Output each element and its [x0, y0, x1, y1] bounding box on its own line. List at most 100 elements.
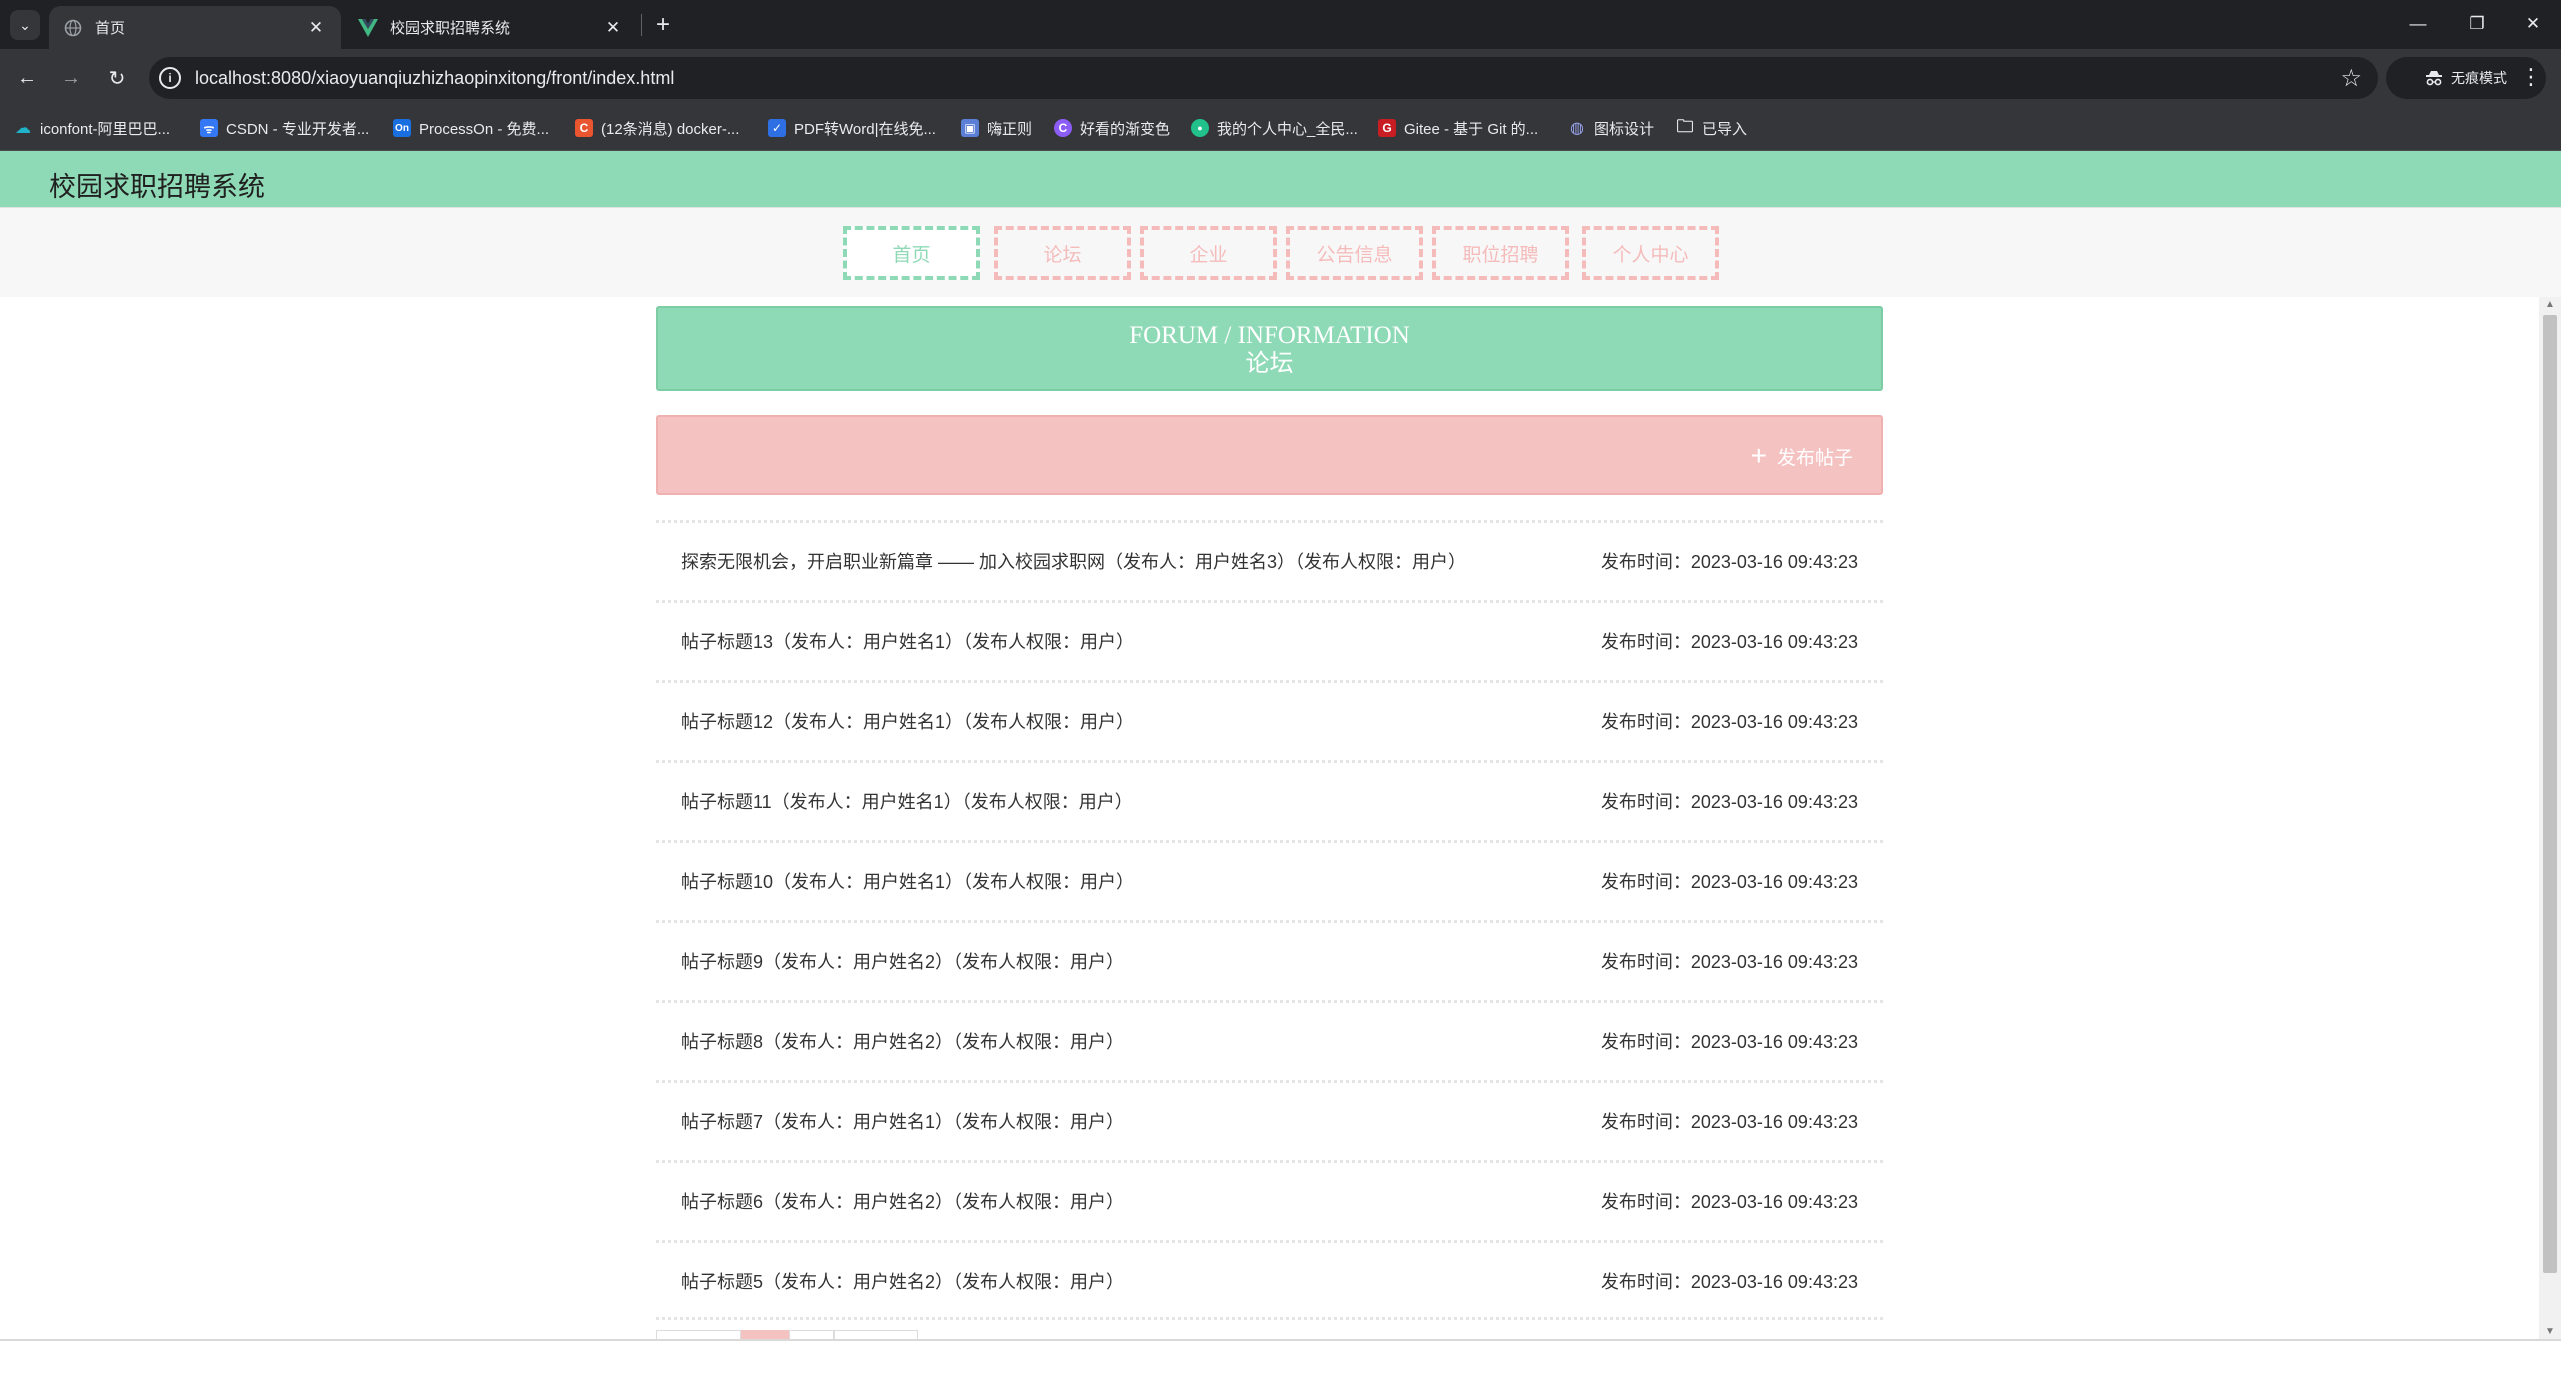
nav-item-company[interactable]: 企业: [1140, 226, 1277, 280]
post-title[interactable]: 帖子标题6（发布人：用户姓名2）（发布人权限：用户）: [681, 1188, 1124, 1214]
viewport-bottom-edge: [0, 1339, 2561, 1381]
bookmarks-bar: ☁ iconfont-阿里巴巴... ᯤ CSDN - 专业开发者... On …: [0, 107, 2561, 151]
post-title[interactable]: 帖子标题9（发布人：用户姓名2）（发布人权限：用户）: [681, 948, 1124, 974]
restore-button[interactable]: ❐: [2449, 6, 2505, 42]
bookmark-star-icon[interactable]: ☆: [2340, 64, 2362, 93]
more-menu-icon[interactable]: ⋮: [2519, 62, 2543, 92]
bookmark-label: 已导入: [1702, 120, 1748, 138]
scrollbar-thumb[interactable]: [2543, 315, 2557, 1273]
post-title[interactable]: 帖子标题13（发布人：用户姓名1）（发布人权限：用户）: [681, 628, 1134, 654]
site-info-icon[interactable]: i: [159, 67, 181, 89]
post-title[interactable]: 帖子标题10（发布人：用户姓名1）（发布人权限：用户）: [681, 868, 1134, 894]
scroll-down-arrow-icon[interactable]: ▼: [2545, 1326, 2555, 1337]
back-arrow-icon[interactable]: ←: [11, 62, 43, 94]
bookmark-docker[interactable]: C (12条消息) docker-...: [575, 115, 739, 141]
tab-search-icon[interactable]: ⌄: [10, 10, 40, 40]
bookmark-label: Gitee - 基于 Git 的...: [1404, 120, 1539, 138]
post-title[interactable]: 帖子标题12（发布人：用户姓名1）（发布人权限：用户）: [681, 708, 1134, 734]
reload-icon[interactable]: ↻: [101, 62, 133, 94]
gradient-icon: C: [1054, 119, 1072, 137]
post-row[interactable]: 帖子标题10（发布人：用户姓名1）（发布人权限：用户） 发布时间：2023-03…: [656, 840, 1883, 920]
post-row[interactable]: 帖子标题12（发布人：用户姓名1）（发布人权限：用户） 发布时间：2023-03…: [656, 680, 1883, 760]
post-date: 发布时间：2023-03-16 09:43:23: [1600, 1112, 1858, 1132]
post-row[interactable]: 帖子标题13（发布人：用户姓名1）（发布人权限：用户） 发布时间：2023-03…: [656, 600, 1883, 680]
site-title: 校园求职招聘系统: [49, 172, 265, 202]
post-title[interactable]: 帖子标题8（发布人：用户姓名2）（发布人权限：用户）: [681, 1028, 1124, 1054]
post-title[interactable]: 帖子标题11（发布人：用户姓名1）（发布人权限：用户）: [681, 788, 1133, 814]
url-text[interactable]: localhost:8080/xiaoyuanqiuzhizhaopinxito…: [195, 68, 674, 89]
bookmark-design[interactable]: ◍ 图标设计: [1568, 115, 1654, 141]
post-title[interactable]: 探索无限机会，开启职业新篇章 —— 加入校园求职网（发布人：用户姓名3）（发布人…: [681, 548, 1466, 574]
publish-post-label: 发布帖子: [1776, 447, 1853, 469]
profile-icon: ●: [1191, 119, 1209, 137]
page-scrollbar[interactable]: ▲ ▼: [2539, 297, 2561, 1339]
bookmark-label: 嗨正则: [987, 120, 1033, 138]
post-row[interactable]: 帖子标题9（发布人：用户姓名2）（发布人权限：用户） 发布时间：2023-03-…: [656, 920, 1883, 1000]
browser-toolbar: ← → ↻ i localhost:8080/xiaoyuanqiuzhizha…: [0, 49, 2561, 107]
bookmark-regex[interactable]: ▣ 嗨正则: [961, 115, 1032, 141]
post-date: 发布时间：2023-03-16 09:43:23: [1600, 1032, 1858, 1052]
bookmark-profile[interactable]: ● 我的个人中心_全民...: [1191, 115, 1358, 141]
post-action-bar: + 发布帖子: [656, 415, 1883, 495]
pdf-icon: ✓: [768, 119, 786, 137]
tab-title: 首页: [95, 20, 126, 37]
bookmark-iconfont[interactable]: ☁ iconfont-阿里巴巴...: [14, 115, 170, 141]
nav-item-forum[interactable]: 论坛: [994, 226, 1131, 280]
post-row[interactable]: 帖子标题5（发布人：用户姓名2）（发布人权限：用户） 发布时间：2023-03-…: [656, 1240, 1883, 1320]
nav-item-home[interactable]: 首页: [843, 226, 980, 280]
bookmark-folder-imported[interactable]: 🗀 已导入: [1676, 115, 1748, 141]
post-date: 发布时间：2023-03-16 09:43:23: [1600, 632, 1858, 652]
bookmark-label: iconfont-阿里巴巴...: [40, 120, 171, 138]
bookmark-gitee[interactable]: G Gitee - 基于 Git 的...: [1378, 115, 1538, 141]
close-icon[interactable]: ✕: [602, 17, 624, 39]
nav-item-announcements[interactable]: 公告信息: [1286, 226, 1423, 280]
post-title[interactable]: 帖子标题7（发布人：用户姓名1）（发布人权限：用户）: [681, 1108, 1124, 1134]
post-list: 探索无限机会，开启职业新篇章 —— 加入校园求职网（发布人：用户姓名3）（发布人…: [656, 520, 1883, 1320]
bookmark-label: CSDN - 专业开发者...: [226, 120, 370, 138]
post-row[interactable]: 探索无限机会，开启职业新篇章 —— 加入校园求职网（发布人：用户姓名3）（发布人…: [656, 520, 1883, 600]
post-row[interactable]: 帖子标题7（发布人：用户姓名1）（发布人权限：用户） 发布时间：2023-03-…: [656, 1080, 1883, 1160]
bookmark-label: (12条消息) docker-...: [601, 120, 740, 138]
plus-icon: +: [1750, 440, 1767, 471]
post-date: 发布时间：2023-03-16 09:43:23: [1600, 712, 1858, 732]
banner-title-cn: 论坛: [1245, 351, 1294, 377]
forum-banner: FORUM / INFORMATION 论坛: [656, 306, 1883, 391]
bookmark-label: 我的个人中心_全民...: [1217, 120, 1358, 138]
bookmark-pdf[interactable]: ✓ PDF转Word|在线免...: [768, 115, 936, 141]
banner-title-en: FORUM / INFORMATION: [1129, 322, 1410, 349]
publish-post-button[interactable]: + 发布帖子: [1750, 440, 1853, 471]
browser-tab-strip: ⌄ 首页 ✕ 校园求职招聘系统 ✕ + — ❐ ✕: [0, 0, 2561, 49]
bookmark-csdn[interactable]: ᯤ CSDN - 专业开发者...: [200, 115, 369, 141]
bookmark-label: ProcessOn - 免费...: [419, 120, 550, 138]
bookmark-gradient[interactable]: C 好看的渐变色: [1054, 115, 1170, 141]
close-icon[interactable]: ✕: [305, 17, 327, 39]
bookmark-label: PDF转Word|在线免...: [794, 120, 936, 138]
minimize-button[interactable]: —: [2390, 6, 2446, 42]
post-date: 发布时间：2023-03-16 09:43:23: [1600, 1192, 1858, 1212]
forward-arrow-icon[interactable]: →: [55, 62, 87, 94]
nav-item-personal-center[interactable]: 个人中心: [1582, 226, 1719, 280]
processon-icon: On: [393, 119, 411, 137]
browser-tab-recruit[interactable]: 校园求职招聘系统 ✕: [344, 6, 638, 49]
csdn-icon: ᯤ: [200, 119, 218, 137]
post-row[interactable]: 帖子标题11（发布人：用户姓名1）（发布人权限：用户） 发布时间：2023-03…: [656, 760, 1883, 840]
tab-separator: [641, 14, 642, 36]
post-title[interactable]: 帖子标题5（发布人：用户姓名2）（发布人权限：用户）: [681, 1268, 1124, 1294]
browser-tab-home[interactable]: 首页 ✕: [49, 6, 341, 49]
new-tab-button[interactable]: +: [648, 10, 678, 40]
bookmark-label: 图标设计: [1594, 120, 1655, 138]
post-row[interactable]: 帖子标题6（发布人：用户姓名2）（发布人权限：用户） 发布时间：2023-03-…: [656, 1160, 1883, 1240]
bookmark-processon[interactable]: On ProcessOn - 免费...: [393, 115, 549, 141]
post-row[interactable]: 帖子标题8（发布人：用户姓名2）（发布人权限：用户） 发布时间：2023-03-…: [656, 1000, 1883, 1080]
regex-icon: ▣: [961, 119, 979, 137]
design-icon: ◍: [1570, 120, 1584, 137]
nav-item-jobs[interactable]: 职位招聘: [1432, 226, 1569, 280]
gitee-icon: G: [1378, 119, 1396, 137]
window-close-button[interactable]: ✕: [2505, 6, 2561, 42]
incognito-icon: [2426, 71, 2442, 86]
address-bar[interactable]: i localhost:8080/xiaoyuanqiuzhizhaopinxi…: [149, 57, 2378, 99]
scroll-up-arrow-icon[interactable]: ▲: [2545, 299, 2555, 310]
vue-icon: [358, 18, 378, 38]
main-nav: 首页 论坛 企业 公告信息 职位招聘 个人中心: [0, 207, 2561, 297]
tab-title: 校园求职招聘系统: [390, 20, 511, 37]
